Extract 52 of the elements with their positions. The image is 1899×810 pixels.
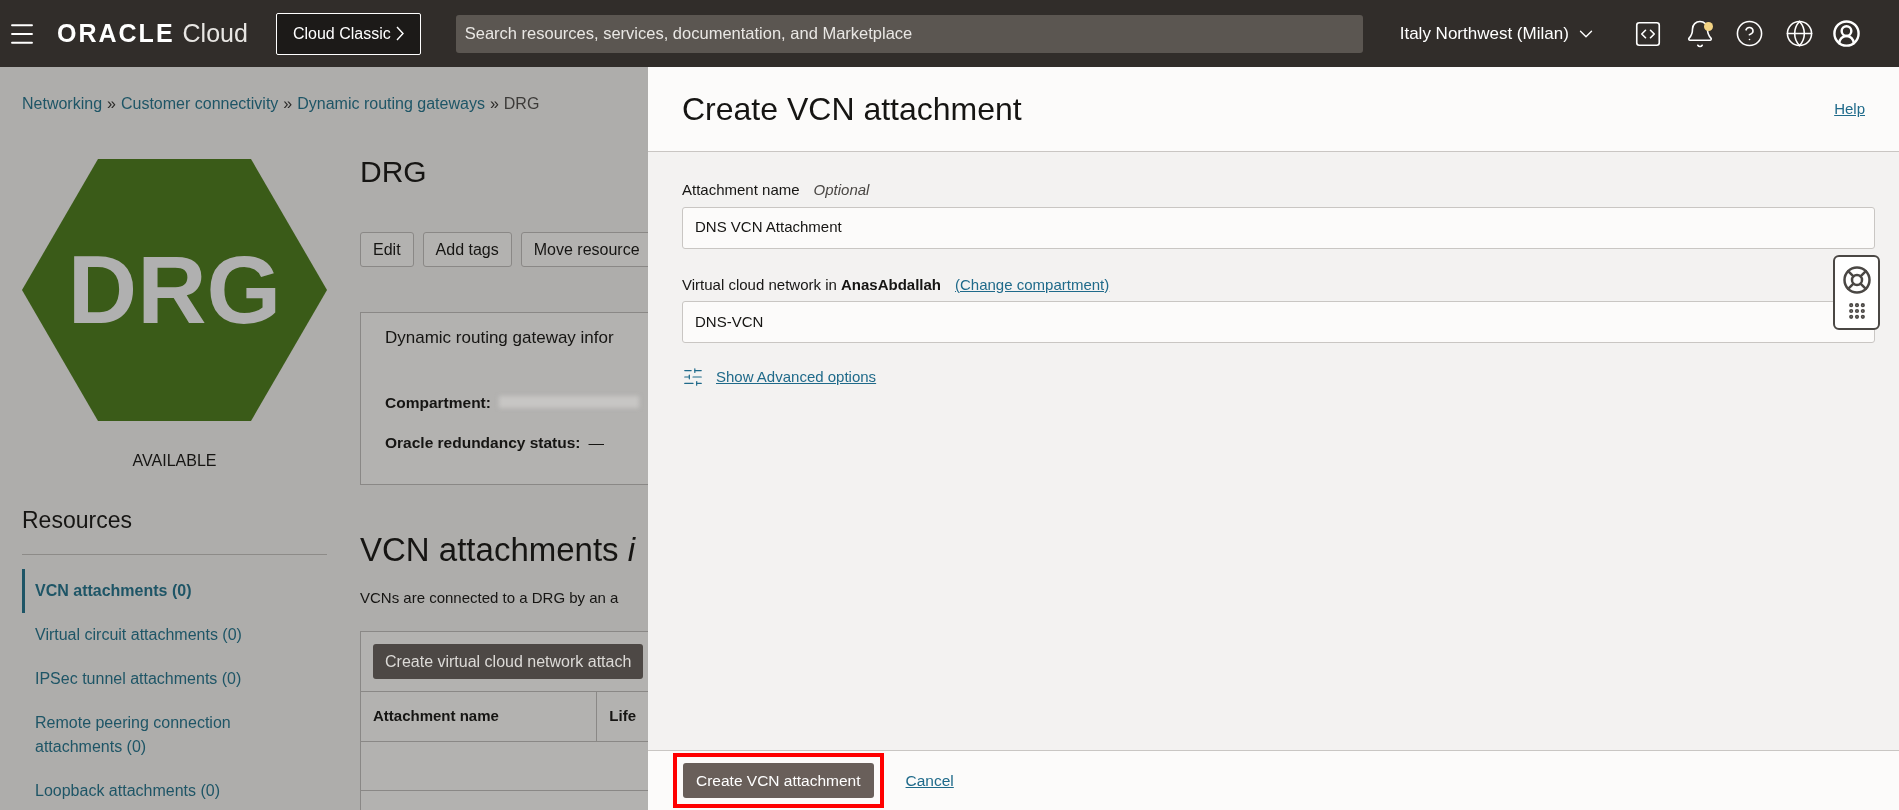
- column-header: Attachment name: [361, 692, 598, 741]
- cloud-classic-button[interactable]: Cloud Classic: [275, 12, 421, 55]
- help-widget[interactable]: [1833, 255, 1880, 330]
- globe-icon[interactable]: [1784, 19, 1814, 48]
- resource-icon-label: DRG: [67, 242, 282, 338]
- product-name: Cloud: [182, 17, 248, 49]
- info-field-label: Compartment:: [385, 392, 491, 413]
- field-label: Attachment name: [682, 180, 800, 200]
- breadcrumb-separator: »: [283, 94, 293, 114]
- section-title: VCN attachments i: [360, 530, 637, 570]
- advanced-options-link[interactable]: Show Advanced options: [716, 366, 877, 389]
- info-card-heading: Dynamic routing gateway infor: [385, 327, 615, 349]
- action-button[interactable]: Edit: [360, 232, 414, 267]
- create-vcn-attachment-button[interactable]: Create VCN attachment: [683, 763, 874, 798]
- lifebuoy-icon: [1841, 264, 1872, 295]
- resource-nav-item[interactable]: Remote peering connection attachments (0): [22, 700, 327, 769]
- breadcrumb-separator: »: [489, 94, 499, 114]
- create-attachment-button[interactable]: Create virtual cloud network attach: [373, 644, 644, 679]
- status-label: AVAILABLE: [132, 451, 217, 471]
- section-description: VCNs are connected to a DRG by an a: [360, 587, 620, 608]
- column-header: Life: [608, 706, 637, 727]
- breadcrumb-link[interactable]: Networking: [22, 92, 103, 116]
- panel-title: Create VCN attachment: [682, 90, 1022, 129]
- breadcrumb-link[interactable]: Dynamic routing gateways: [297, 92, 485, 116]
- field-label: Virtual cloud network in AnasAbdallah: [682, 274, 941, 295]
- user-avatar-icon[interactable]: [1831, 19, 1861, 48]
- resource-nav-item[interactable]: VCN attachments (0): [22, 568, 327, 613]
- sliders-icon: [682, 366, 704, 389]
- action-button[interactable]: Add tags: [422, 232, 512, 267]
- info-field-value: —: [588, 432, 605, 453]
- info-field-label: Oracle redundancy status:: [385, 432, 581, 453]
- change-compartment-link[interactable]: (Change compartment): [955, 273, 1110, 296]
- resources-heading: Resources: [22, 506, 133, 535]
- region-selector[interactable]: Italy Northwest (Milan): [1399, 20, 1597, 47]
- action-button[interactable]: Move resource: [520, 232, 648, 267]
- search-field[interactable]: Search resources, services, documentation, and Marketplace: [455, 14, 1363, 53]
- help-link[interactable]: Help: [1834, 97, 1865, 121]
- cancel-link[interactable]: Cancel: [905, 768, 954, 793]
- breadcrumb-separator: »: [107, 94, 116, 114]
- resource-nav-item[interactable]: Loopback attachments (0): [22, 768, 327, 810]
- attachment-name-field[interactable]: DNS VCN Attachment: [682, 206, 1875, 249]
- brand-logo[interactable]: ORACLE: [57, 14, 175, 53]
- grid-icon: [1846, 300, 1867, 321]
- vcn-select-field[interactable]: DNS-VCN: [682, 301, 1875, 343]
- chevron-right-icon: [395, 26, 404, 41]
- resource-nav-item[interactable]: IPSec tunnel attachments (0): [22, 656, 327, 701]
- breadcrumb-current: DRG: [503, 94, 540, 114]
- help-icon[interactable]: [1734, 19, 1764, 48]
- breadcrumb-link[interactable]: Customer connectivity: [120, 92, 279, 116]
- page-title: DRG: [360, 154, 428, 190]
- resource-nav-item[interactable]: Virtual circuit attachments (0): [22, 612, 327, 657]
- optional-hint: Optional: [813, 180, 870, 200]
